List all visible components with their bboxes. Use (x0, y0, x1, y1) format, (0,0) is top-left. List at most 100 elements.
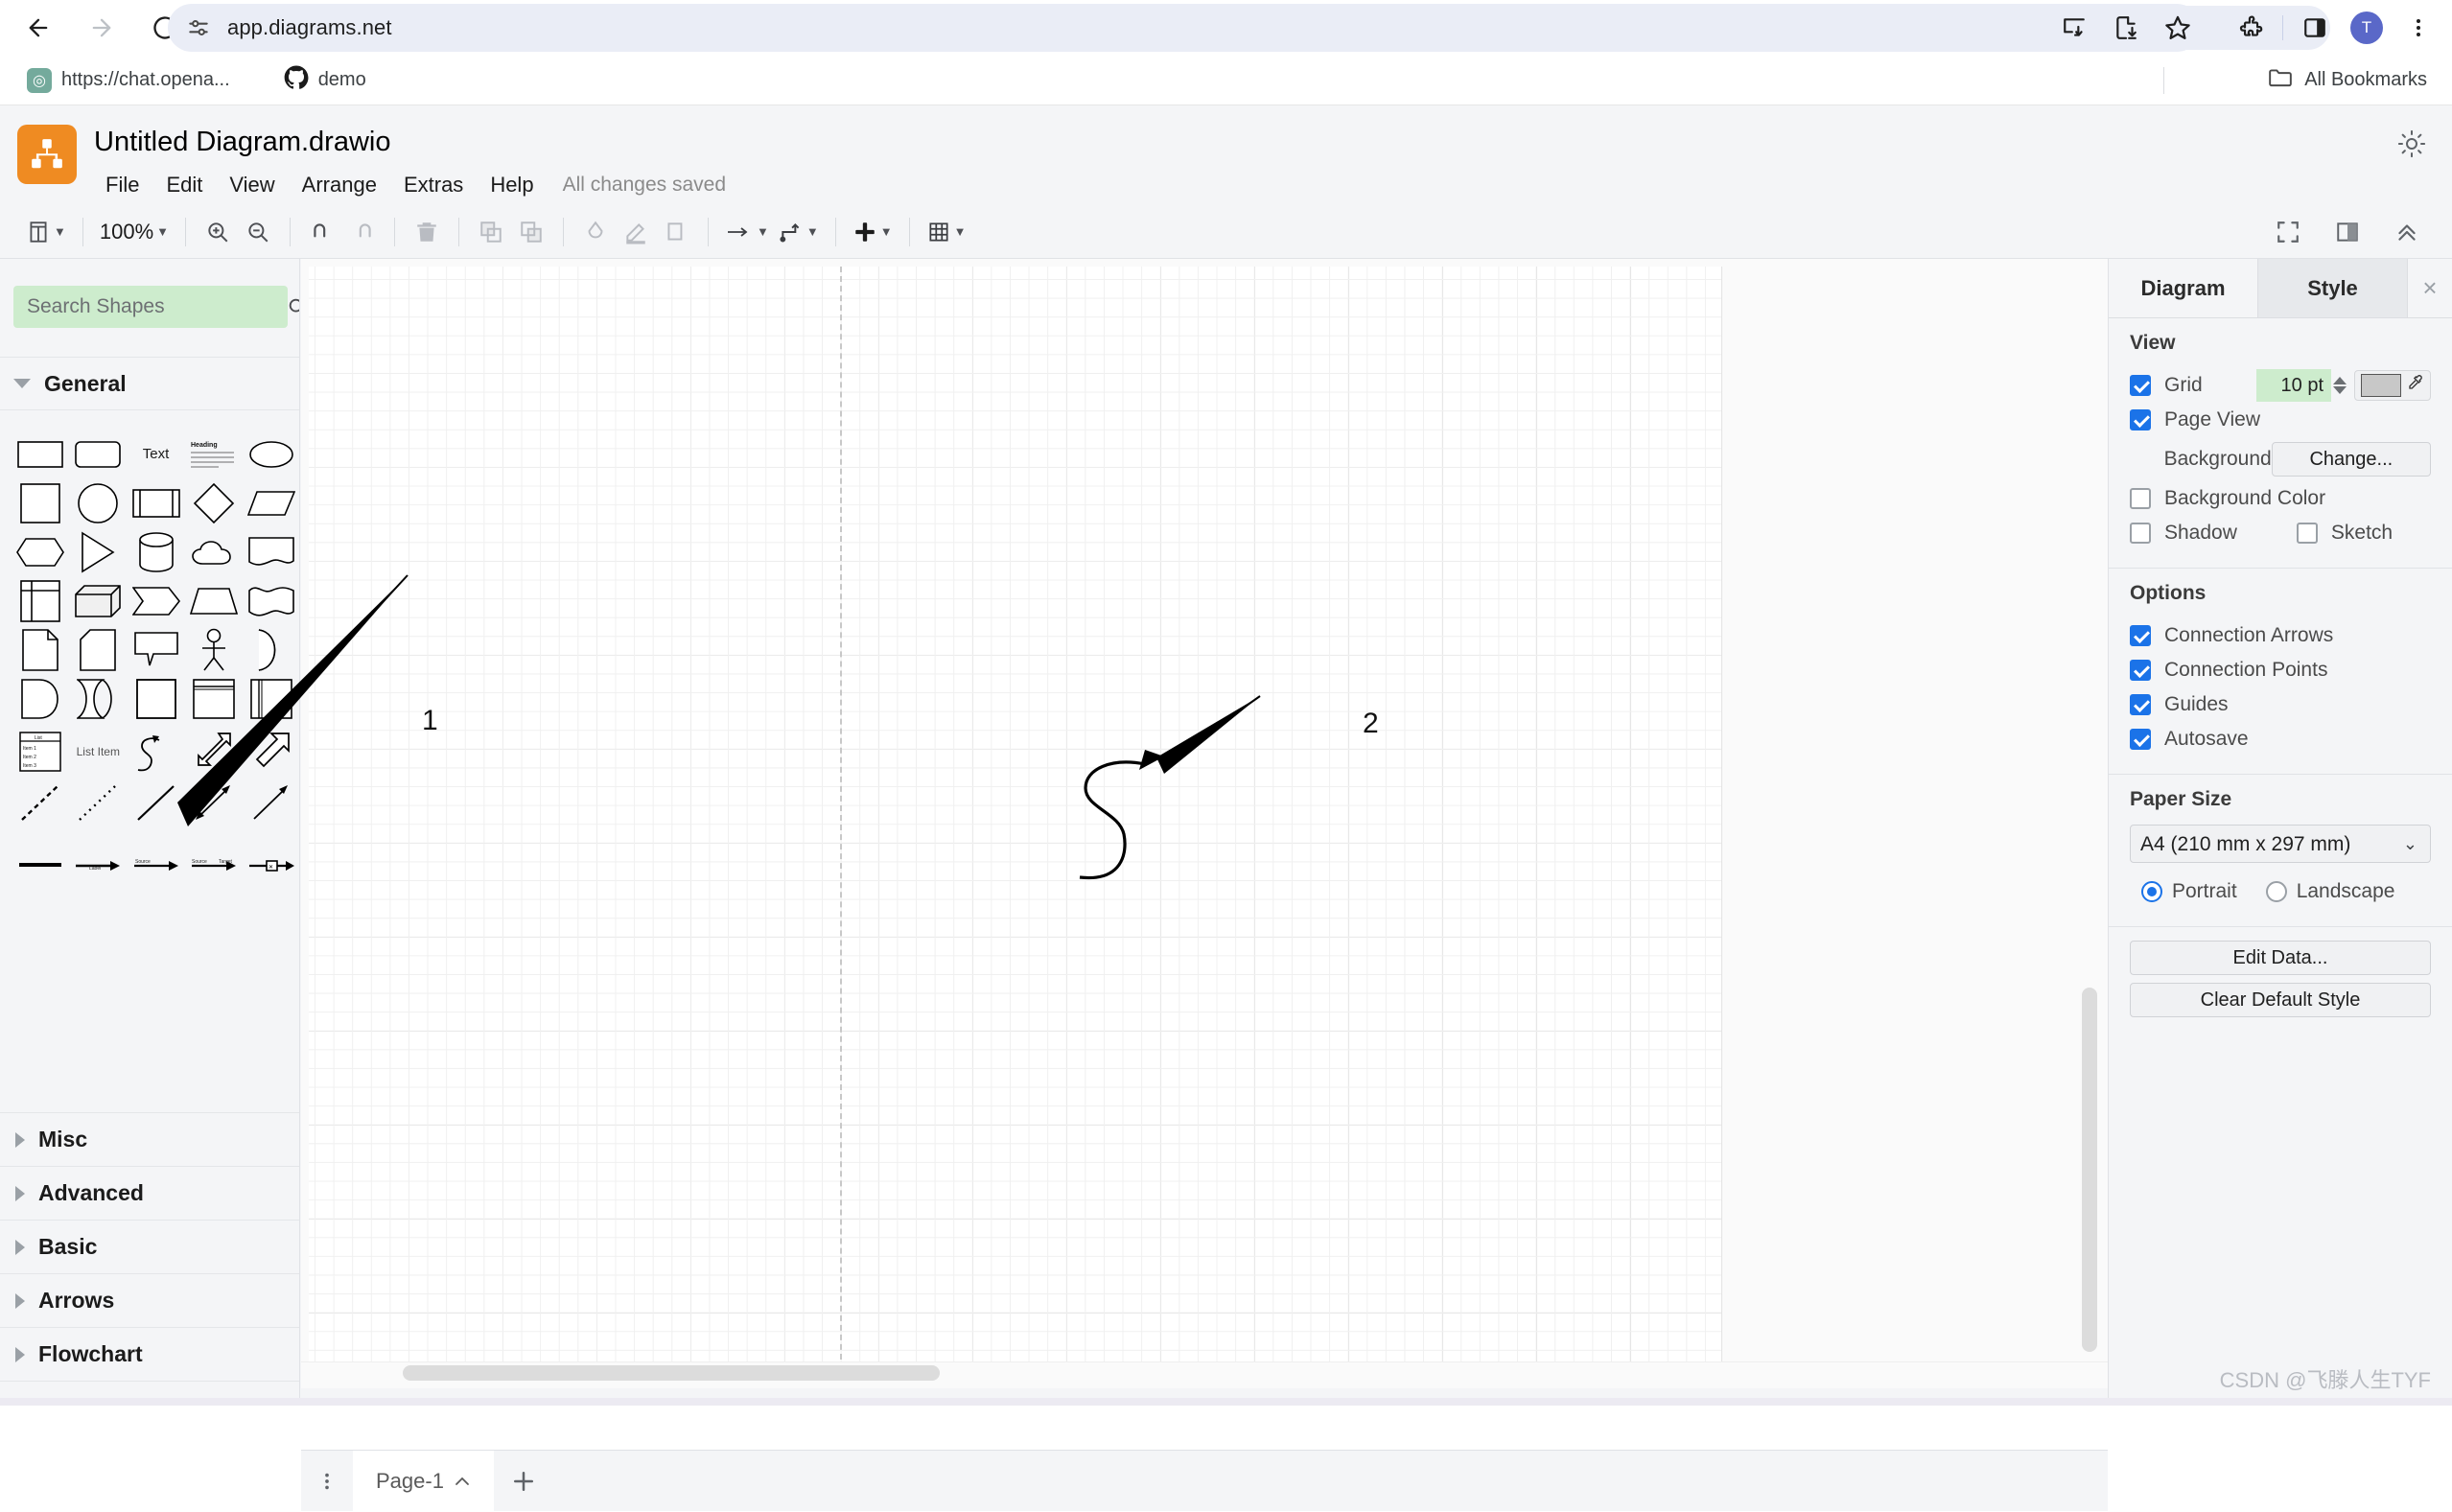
tab-diagram[interactable]: Diagram (2109, 259, 2258, 317)
shape-delay[interactable] (14, 674, 66, 723)
shape-section-misc[interactable]: Misc (0, 1112, 299, 1166)
side-panel-icon[interactable] (2289, 2, 2341, 54)
straight-connector-icon[interactable]: ▼ (720, 212, 774, 252)
shape-circle[interactable] (72, 478, 124, 527)
page-title[interactable]: Untitled Diagram.drawio (94, 127, 390, 158)
double-chevron-up-icon[interactable] (2387, 212, 2427, 252)
diagram-canvas[interactable] (301, 259, 2108, 1361)
shape-thick-line[interactable] (14, 840, 66, 889)
landscape-radio[interactable] (2265, 881, 2287, 902)
address-bar[interactable]: app.diagrams.net (168, 4, 2201, 52)
connection-arrows-checkbox[interactable] (2130, 625, 2151, 646)
chevron-up-icon[interactable] (454, 1469, 471, 1494)
shape-step[interactable] (129, 576, 181, 625)
zoom-in-icon[interactable] (198, 212, 238, 252)
line-color-icon[interactable] (616, 212, 656, 252)
orthogonal-connector-icon[interactable]: ▼ (774, 212, 824, 252)
shape-section-basic[interactable]: Basic (0, 1220, 299, 1273)
shape-source-target-arrow[interactable]: Source Target (188, 840, 240, 889)
tab-style[interactable]: Style (2258, 259, 2408, 317)
shape-directional-line-arrow[interactable] (245, 778, 297, 826)
save-page-icon[interactable] (2100, 2, 2152, 54)
shape-dotted-line[interactable] (72, 778, 124, 826)
page-view-checkbox[interactable] (2130, 409, 2151, 430)
bookmark-star-icon[interactable] (2152, 2, 2204, 54)
shape-dashed-line[interactable] (14, 778, 66, 826)
panel-layout-icon[interactable]: ▼ (21, 212, 71, 252)
shape-text[interactable]: Text (129, 430, 181, 478)
shape-square[interactable] (14, 478, 66, 527)
shape-double-arrow-block[interactable] (72, 674, 124, 723)
forward-arrow-icon[interactable] (77, 3, 127, 53)
format-panel-icon[interactable] (2327, 212, 2368, 252)
shape-parallelogram[interactable] (245, 478, 297, 527)
add-page-button[interactable] (494, 1451, 553, 1512)
shape-diagonal-line[interactable] (129, 778, 181, 826)
grid-size-stepper[interactable] (2333, 377, 2347, 394)
shape-note[interactable] (14, 625, 66, 674)
bring-to-front-icon[interactable] (471, 212, 511, 252)
portrait-radio[interactable] (2141, 881, 2162, 902)
menu-edit[interactable]: Edit (152, 171, 216, 199)
shape-card[interactable] (72, 625, 124, 674)
site-settings-icon[interactable] (177, 7, 220, 49)
bookmark-openai[interactable]: ◎ https://chat.opena... (13, 61, 244, 100)
shape-rectangle[interactable] (14, 430, 66, 478)
back-arrow-icon[interactable] (13, 3, 63, 53)
shape-list-item[interactable]: List Item (72, 727, 124, 776)
shape-link-arrow[interactable]: ✕ (245, 840, 297, 889)
background-color-checkbox[interactable] (2130, 488, 2151, 509)
menu-arrange[interactable]: Arrange (289, 171, 390, 199)
shape-actor[interactable] (188, 625, 240, 674)
send-to-back-icon[interactable] (511, 212, 551, 252)
shape-container[interactable] (129, 674, 181, 723)
extensions-icon[interactable] (2225, 2, 2277, 54)
insert-plus-icon[interactable]: ▼ (848, 212, 898, 252)
avatar[interactable]: T (2341, 2, 2393, 54)
install-app-icon[interactable] (2048, 2, 2100, 54)
shape-labeled-arrow[interactable]: Label (72, 840, 124, 889)
menu-file[interactable]: File (92, 171, 152, 199)
shape-bidirectional-arrow[interactable] (188, 727, 240, 776)
shadow-checkbox[interactable] (2130, 523, 2151, 544)
magnifier-icon[interactable] (287, 288, 299, 326)
background-change-button[interactable]: Change... (2271, 442, 2431, 477)
shape-section-flowchart[interactable]: Flowchart (0, 1327, 299, 1381)
shape-cylinder[interactable] (129, 527, 181, 576)
sketch-checkbox[interactable] (2296, 523, 2318, 544)
shape-or[interactable] (245, 625, 297, 674)
grid-size-input[interactable] (2256, 369, 2331, 402)
menu-help[interactable]: Help (477, 171, 547, 199)
page-tab-page-1[interactable]: Page-1 (353, 1450, 494, 1512)
close-icon[interactable]: × (2408, 259, 2452, 317)
zoom-out-icon[interactable] (238, 212, 278, 252)
chrome-menu-icon[interactable] (2393, 2, 2444, 54)
vertical-scrollbar-thumb[interactable] (2082, 988, 2097, 1352)
shape-section-general[interactable]: General (0, 357, 299, 410)
menu-view[interactable]: View (216, 171, 288, 199)
all-bookmarks-button[interactable]: All Bookmarks (2268, 67, 2427, 94)
shape-ellipse[interactable] (245, 430, 297, 478)
autosave-checkbox[interactable] (2130, 729, 2151, 750)
shape-trapezoid[interactable] (188, 576, 240, 625)
shape-section-advanced[interactable]: Advanced (0, 1166, 299, 1220)
bookmark-demo[interactable]: demo (270, 61, 380, 100)
edit-data-button[interactable]: Edit Data... (2130, 941, 2431, 975)
guides-checkbox[interactable] (2130, 694, 2151, 715)
shape-callout[interactable] (129, 625, 181, 674)
shape-horizontal-container[interactable] (188, 674, 240, 723)
shape-list[interactable]: List Item 1 Item 2 Item 3 (14, 727, 66, 776)
shape-labeled-source-arrow[interactable]: Source (129, 840, 181, 889)
search-shapes-input[interactable] (13, 295, 287, 318)
sun-icon[interactable] (2394, 127, 2429, 161)
table-icon[interactable]: ▼ (922, 212, 971, 252)
shape-rounded-rectangle[interactable] (72, 430, 124, 478)
search-shapes-box[interactable] (13, 286, 299, 328)
menu-extras[interactable]: Extras (390, 171, 477, 199)
vertical-dots-icon[interactable] (301, 1451, 353, 1512)
fill-color-icon[interactable] (575, 212, 616, 252)
paper-size-select[interactable]: A4 (210 mm x 297 mm) (2130, 825, 2431, 863)
shape-hexagon[interactable] (14, 527, 66, 576)
shape-bidirectional-line-arrow[interactable] (188, 778, 240, 826)
shape-cloud[interactable] (188, 527, 240, 576)
